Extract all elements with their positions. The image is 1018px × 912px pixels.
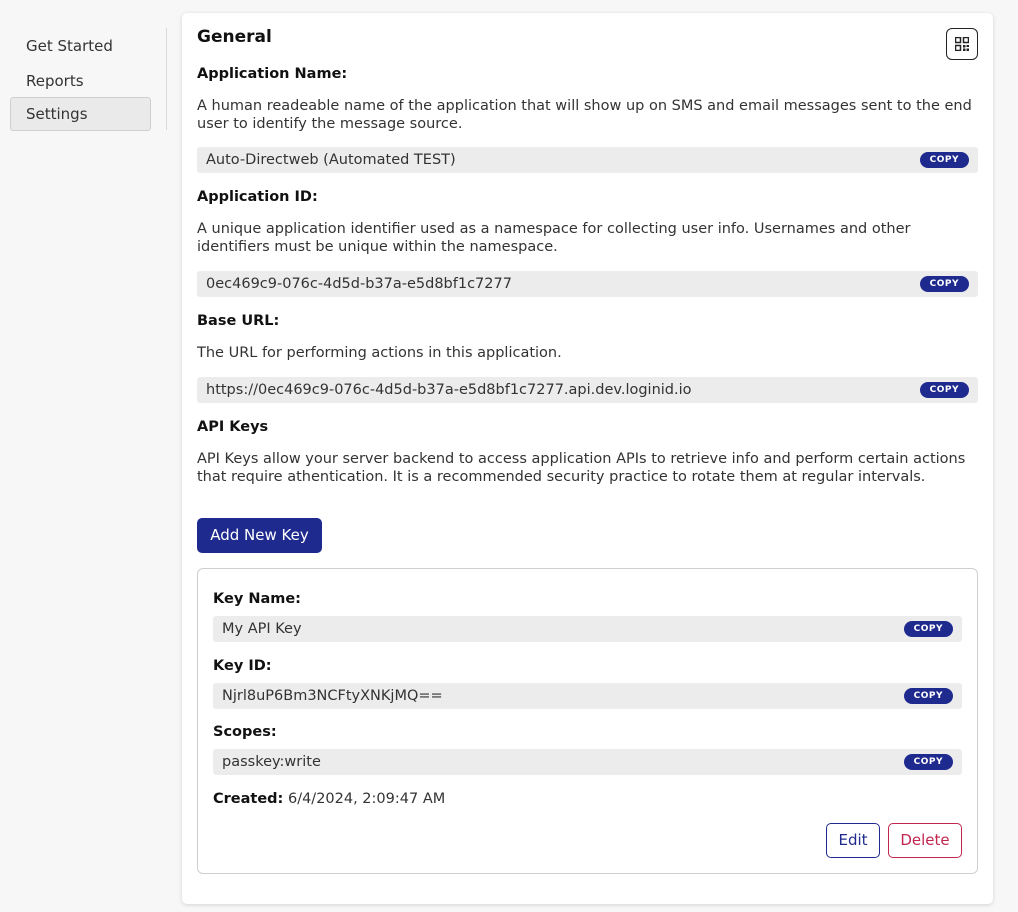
- edit-key-button[interactable]: Edit: [826, 823, 880, 858]
- copy-key-name-button[interactable]: COPY: [903, 621, 953, 637]
- base-url-description: The URL for performing actions in this a…: [197, 345, 562, 361]
- api-key-card: Key Name: My API Key COPY Key ID: Njrl8u…: [197, 568, 978, 874]
- api-keys-description: API Keys allow your server backend to ac…: [197, 451, 966, 485]
- sidebar: Get Started Reports Settings: [0, 0, 167, 912]
- qr-code-icon: [955, 37, 969, 51]
- qr-code-button[interactable]: [946, 28, 978, 60]
- key-name-value: My API Key: [222, 621, 302, 637]
- copy-app-id-button[interactable]: COPY: [919, 276, 969, 292]
- app-name-label: Application Name:: [197, 66, 348, 82]
- key-id-label: Key ID:: [213, 658, 272, 674]
- created-row: Created: 6/4/2024, 2:09:47 AM: [213, 791, 445, 807]
- scopes-field: passkey:write COPY: [213, 749, 962, 775]
- key-name-label: Key Name:: [213, 591, 301, 607]
- add-new-key-button[interactable]: Add New Key: [197, 518, 322, 553]
- delete-key-button[interactable]: Delete: [888, 823, 962, 858]
- key-id-value: Njrl8uP6Bm3NCFtyXNKjMQ==: [222, 688, 443, 704]
- base-url-value: https://0ec469c9-076c-4d5d-b37a-e5d8bf1c…: [206, 382, 692, 398]
- settings-card: General Application Name: A human readea…: [182, 13, 993, 904]
- base-url-label: Base URL:: [197, 313, 280, 329]
- copy-base-url-button[interactable]: COPY: [919, 382, 969, 398]
- scopes-value: passkey:write: [222, 754, 321, 770]
- scopes-label: Scopes:: [213, 724, 277, 740]
- page-title: General: [197, 27, 272, 47]
- app-id-value: 0ec469c9-076c-4d5d-b37a-e5d8bf1c7277: [206, 276, 512, 292]
- sidebar-item-get-started[interactable]: Get Started: [10, 29, 151, 63]
- app-name-value: Auto-Directweb (Automated TEST): [206, 152, 456, 168]
- key-name-field: My API Key COPY: [213, 616, 962, 642]
- base-url-field: https://0ec469c9-076c-4d5d-b37a-e5d8bf1c…: [197, 377, 978, 403]
- app-name-field: Auto-Directweb (Automated TEST) COPY: [197, 147, 978, 173]
- created-label: Created:: [213, 791, 284, 807]
- copy-scopes-button[interactable]: COPY: [903, 754, 953, 770]
- copy-key-id-button[interactable]: COPY: [903, 688, 953, 704]
- app-name-description: A human readeable name of the applicatio…: [197, 98, 972, 132]
- api-keys-title: API Keys: [197, 419, 269, 435]
- created-value: 6/4/2024, 2:09:47 AM: [287, 791, 446, 807]
- sidebar-item-settings[interactable]: Settings: [10, 97, 151, 131]
- app-id-label: Application ID:: [197, 189, 318, 205]
- copy-app-name-button[interactable]: COPY: [919, 152, 969, 168]
- app-id-field: 0ec469c9-076c-4d5d-b37a-e5d8bf1c7277 COP…: [197, 271, 978, 297]
- sidebar-item-label: Settings: [26, 105, 88, 123]
- sidebar-item-label: Reports: [26, 72, 84, 90]
- sidebar-divider: [166, 28, 167, 130]
- app-id-description: A unique application identifier used as …: [197, 221, 911, 255]
- sidebar-item-reports[interactable]: Reports: [10, 64, 151, 98]
- sidebar-item-label: Get Started: [26, 37, 113, 55]
- key-id-field: Njrl8uP6Bm3NCFtyXNKjMQ== COPY: [213, 683, 962, 709]
